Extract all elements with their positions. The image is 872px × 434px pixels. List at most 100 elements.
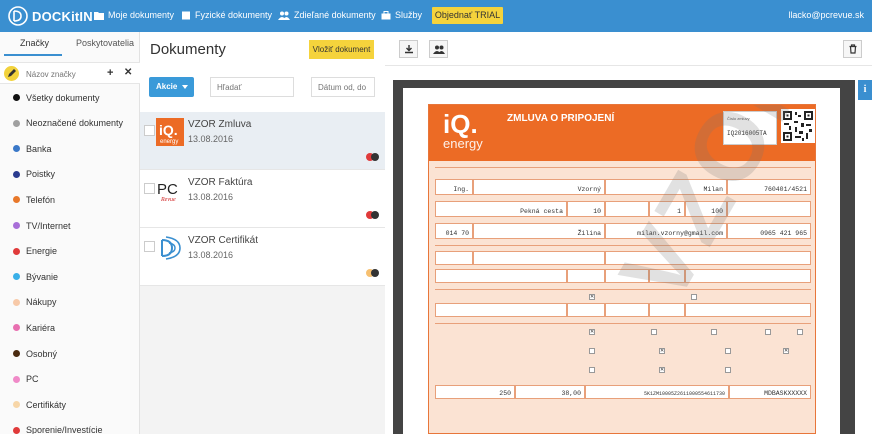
document-name: VZOR Faktúra bbox=[188, 177, 253, 188]
iq-energy-thumbnail-icon: iQ. energy bbox=[156, 118, 184, 146]
preview-toolbar bbox=[385, 32, 872, 66]
tag-item[interactable]: Bývanie bbox=[0, 264, 140, 289]
folder-icon bbox=[94, 11, 104, 20]
document-tags bbox=[366, 153, 379, 161]
document-checkbox[interactable] bbox=[144, 183, 155, 194]
tag-item[interactable]: Telefón bbox=[0, 187, 140, 212]
tag-color-dot bbox=[13, 273, 20, 281]
documents-panel: Dokumenty Vložiť dokument Akcie iQ. ener… bbox=[140, 32, 385, 434]
app-logo[interactable]: DOCKitIN bbox=[8, 6, 93, 26]
trash-icon bbox=[849, 44, 856, 54]
order-trial-button[interactable]: Objednať TRIAL bbox=[432, 7, 503, 24]
tag-color-dot bbox=[13, 298, 20, 306]
tag-label: Telefón bbox=[26, 194, 56, 205]
tag-item[interactable]: Osobný bbox=[0, 341, 140, 366]
nav-services[interactable]: Služby bbox=[381, 10, 422, 20]
contract-checkbox bbox=[589, 348, 595, 354]
section-divider bbox=[435, 289, 811, 290]
field-consumption: 250 bbox=[435, 385, 515, 399]
tag-item[interactable]: Neoznačené dokumenty bbox=[0, 111, 140, 136]
document-item[interactable]: iQ. energy VZOR Zmluva 13.08.2016 bbox=[140, 112, 385, 170]
field-zip: 014 70 bbox=[435, 223, 473, 239]
field-empty bbox=[685, 303, 811, 317]
nav-my-documents[interactable]: Moje dokumenty bbox=[94, 10, 174, 20]
info-button[interactable]: i bbox=[858, 80, 872, 100]
nav-shared-documents[interactable]: Zdieľané dokumenty bbox=[278, 10, 376, 20]
tag-label: PC bbox=[26, 374, 39, 385]
caret-down-icon bbox=[182, 85, 188, 89]
document-page: iQ. energy ZMLUVA O PRIPOJENÍ Číslo zmlu… bbox=[403, 88, 840, 434]
add-tag-icon[interactable]: + bbox=[107, 67, 113, 79]
tag-label: Nákupy bbox=[26, 297, 57, 308]
tag-dot bbox=[371, 211, 379, 219]
pencil-icon[interactable] bbox=[4, 66, 19, 81]
contract-checkbox: ✕ bbox=[659, 367, 665, 373]
field-eic: 5K1ZM10005Z2611000554611730 bbox=[585, 385, 729, 399]
contract-checkbox bbox=[711, 329, 717, 335]
contract-checkbox bbox=[589, 367, 595, 373]
tag-color-dot bbox=[13, 350, 20, 357]
document-checkbox[interactable] bbox=[144, 125, 155, 136]
document-checkbox[interactable] bbox=[144, 241, 155, 252]
contract-title: ZMLUVA O PRIPOJENÍ bbox=[507, 113, 615, 124]
tag-dot bbox=[371, 269, 379, 277]
briefcase-icon bbox=[381, 10, 391, 19]
user-email[interactable]: llacko@pcrevue.sk bbox=[788, 10, 864, 20]
filter-bar: Akcie bbox=[140, 74, 385, 104]
tag-item[interactable]: Poistky bbox=[0, 162, 140, 187]
tag-item[interactable]: Sporenie/Investície bbox=[0, 418, 140, 434]
clear-tag-icon[interactable]: ✕ bbox=[124, 67, 132, 78]
contract-checkbox bbox=[765, 329, 771, 335]
insert-document-button[interactable]: Vložiť dokument bbox=[309, 40, 374, 59]
active-tab-indicator bbox=[4, 54, 62, 56]
document-viewer[interactable]: iQ. energy ZMLUVA O PRIPOJENÍ Číslo zmlu… bbox=[393, 80, 855, 434]
tag-item[interactable]: Banka bbox=[0, 136, 140, 161]
tag-item[interactable]: Všetky dokumenty bbox=[0, 85, 140, 110]
document-list: iQ. energy VZOR Zmluva 13.08.2016 PC Rev… bbox=[140, 112, 385, 434]
document-item[interactable]: VZOR Certifikát 13.08.2016 bbox=[140, 228, 385, 286]
share-button[interactable] bbox=[429, 40, 448, 58]
search-input[interactable] bbox=[210, 77, 294, 97]
sidebar-tabs: Značky Poskytovatelia bbox=[0, 32, 140, 58]
document-tags bbox=[366, 211, 379, 219]
box-icon bbox=[182, 11, 190, 19]
tag-item[interactable]: Kariéra bbox=[0, 315, 140, 340]
field-empty bbox=[435, 251, 473, 265]
tag-color-dot bbox=[13, 375, 20, 383]
iq-energy-logo: iQ. energy bbox=[443, 109, 483, 151]
field-empty bbox=[435, 303, 567, 317]
contract-checkbox bbox=[725, 348, 731, 354]
field-city: Žilina bbox=[473, 223, 605, 239]
tag-search-input[interactable] bbox=[26, 67, 100, 81]
download-button[interactable] bbox=[399, 40, 418, 58]
tab-tags[interactable]: Značky bbox=[20, 38, 49, 48]
tag-item[interactable]: Energie bbox=[0, 239, 140, 264]
field-deposit: 38,00 bbox=[515, 385, 585, 399]
tab-providers[interactable]: Poskytovatelia bbox=[76, 38, 134, 48]
tag-item[interactable]: TV/Internet bbox=[0, 213, 140, 238]
tag-label: Certifikáty bbox=[26, 399, 67, 410]
tag-label: Banka bbox=[26, 143, 52, 154]
users-icon bbox=[432, 45, 445, 54]
tag-item[interactable]: PC bbox=[0, 367, 140, 392]
tag-color-dot bbox=[13, 222, 20, 229]
svg-text:Revue: Revue bbox=[160, 197, 176, 203]
pc-revue-thumbnail-icon: PC Revue bbox=[156, 176, 184, 204]
nav-physical-documents[interactable]: Fyzické dokumenty bbox=[181, 10, 272, 20]
document-item[interactable]: PC Revue VZOR Faktúra 13.08.2016 bbox=[140, 170, 385, 228]
brand-name: DOCKitIN bbox=[32, 8, 93, 24]
users-icon bbox=[278, 11, 290, 20]
contract-checkbox: ✕ bbox=[589, 329, 595, 335]
field-empty bbox=[567, 269, 605, 283]
actions-dropdown[interactable]: Akcie bbox=[149, 77, 194, 97]
tag-item[interactable]: Nákupy bbox=[0, 290, 140, 315]
field-empty bbox=[473, 251, 605, 265]
tag-label: Sporenie/Investície bbox=[26, 425, 103, 434]
contract-checkbox: ✕ bbox=[659, 348, 665, 354]
delete-button[interactable] bbox=[843, 40, 862, 58]
tag-color-dot bbox=[13, 401, 20, 409]
field-title: Ing. bbox=[435, 179, 473, 195]
tag-item[interactable]: Certifikáty bbox=[0, 392, 140, 417]
svg-text:iQ.: iQ. bbox=[159, 122, 178, 138]
date-range-input[interactable] bbox=[311, 77, 375, 97]
